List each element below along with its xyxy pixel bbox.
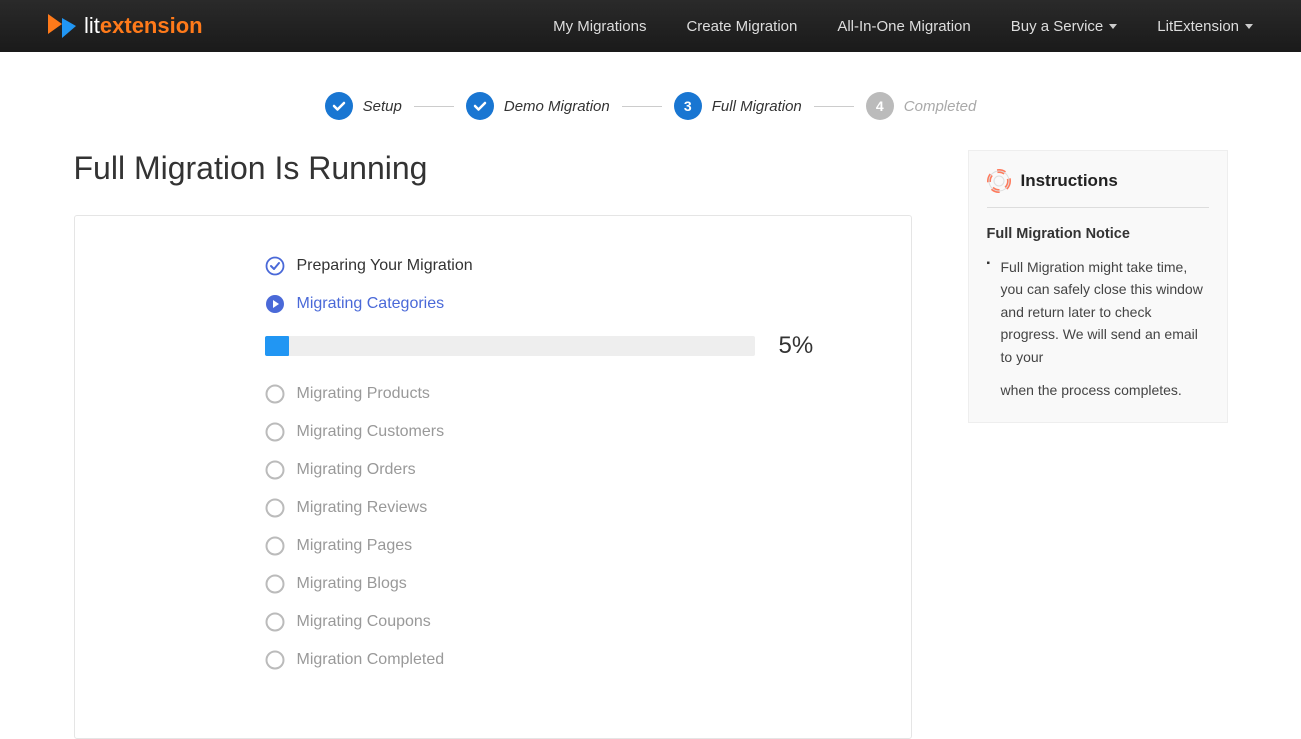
- check-icon: [472, 98, 488, 114]
- task-label: Migrating Coupons: [297, 613, 431, 631]
- task-blogs: Migrating Blogs: [265, 574, 841, 594]
- nav-litextension[interactable]: LitExtension: [1157, 18, 1253, 35]
- step-badge-done: [325, 92, 353, 120]
- circle-empty-icon: [265, 460, 285, 480]
- caret-down-icon: [1109, 24, 1117, 29]
- nav-buy-service[interactable]: Buy a Service: [1011, 18, 1118, 35]
- task-completed: Migration Completed: [265, 650, 841, 670]
- task-preparing: Preparing Your Migration: [265, 256, 841, 276]
- step-label: Completed: [904, 98, 977, 115]
- step-completed: 4 Completed: [866, 92, 977, 120]
- task-products: Migrating Products: [265, 384, 841, 404]
- top-nav: litextension My Migrations Create Migrat…: [0, 0, 1301, 52]
- task-label: Migrating Products: [297, 385, 430, 403]
- step-connector: [814, 106, 854, 107]
- instructions-header: Instructions: [987, 169, 1209, 208]
- step-label: Full Migration: [712, 98, 802, 115]
- step-label: Setup: [363, 98, 402, 115]
- check-circle-icon: [265, 256, 285, 276]
- task-label: Migrating Pages: [297, 537, 413, 555]
- logo-icon: [48, 14, 76, 38]
- sidebar: Instructions Full Migration Notice Full …: [968, 150, 1228, 739]
- progress-bar: [265, 336, 755, 356]
- main-column: Full Migration Is Running Preparing Your…: [74, 150, 912, 739]
- nav-litextension-label: LitExtension: [1157, 18, 1239, 35]
- notice-list: Full Migration might take time, you can …: [987, 256, 1209, 368]
- nav-my-migrations[interactable]: My Migrations: [553, 18, 646, 35]
- step-tracker: Setup Demo Migration 3 Full Migration 4 …: [0, 52, 1301, 150]
- circle-empty-icon: [265, 650, 285, 670]
- step-full: 3 Full Migration: [674, 92, 802, 120]
- task-label: Migration Completed: [297, 651, 445, 669]
- step-badge-done: [466, 92, 494, 120]
- step-label: Demo Migration: [504, 98, 610, 115]
- logo-text-ext: extension: [100, 13, 203, 39]
- step-badge-active: 3: [674, 92, 702, 120]
- task-reviews: Migrating Reviews: [265, 498, 841, 518]
- circle-empty-icon: [265, 384, 285, 404]
- progress-fill: [265, 336, 290, 356]
- task-categories: Migrating Categories: [265, 294, 841, 314]
- circle-empty-icon: [265, 612, 285, 632]
- circle-empty-icon: [265, 574, 285, 594]
- task-pages: Migrating Pages: [265, 536, 841, 556]
- logo-text-lit: lit: [84, 13, 100, 39]
- nav-create-migration[interactable]: Create Migration: [686, 18, 797, 35]
- caret-down-icon: [1245, 24, 1253, 29]
- notice-title: Full Migration Notice: [987, 226, 1209, 242]
- task-label: Migrating Customers: [297, 423, 445, 441]
- instructions-title: Instructions: [1021, 171, 1118, 191]
- step-demo: Demo Migration: [466, 92, 610, 120]
- task-label: Migrating Orders: [297, 461, 416, 479]
- instructions-box: Instructions Full Migration Notice Full …: [968, 150, 1228, 423]
- nav-create-migration-label: Create Migration: [686, 18, 797, 35]
- nav-links: My Migrations Create Migration All-In-On…: [553, 18, 1253, 35]
- task-label: Preparing Your Migration: [297, 257, 473, 275]
- play-circle-icon: [265, 294, 285, 314]
- circle-empty-icon: [265, 536, 285, 556]
- task-label: Migrating Blogs: [297, 575, 407, 593]
- brand-logo[interactable]: litextension: [48, 13, 203, 39]
- nav-all-in-one-label: All-In-One Migration: [837, 18, 970, 35]
- circle-empty-icon: [265, 422, 285, 442]
- step-connector: [622, 106, 662, 107]
- life-ring-icon: [987, 169, 1011, 193]
- task-orders: Migrating Orders: [265, 460, 841, 480]
- step-connector: [414, 106, 454, 107]
- check-icon: [331, 98, 347, 114]
- migration-progress-card: Preparing Your Migration Migrating Categ…: [74, 215, 912, 739]
- nav-all-in-one[interactable]: All-In-One Migration: [837, 18, 970, 35]
- notice-item: Full Migration might take time, you can …: [987, 256, 1209, 368]
- task-label: Migrating Categories: [297, 295, 445, 313]
- notice-para2: when the process completes.: [987, 382, 1209, 398]
- nav-my-migrations-label: My Migrations: [553, 18, 646, 35]
- nav-buy-service-label: Buy a Service: [1011, 18, 1104, 35]
- circle-empty-icon: [265, 498, 285, 518]
- task-customers: Migrating Customers: [265, 422, 841, 442]
- task-coupons: Migrating Coupons: [265, 612, 841, 632]
- step-badge-pending: 4: [866, 92, 894, 120]
- page-title: Full Migration Is Running: [74, 150, 912, 187]
- step-setup: Setup: [325, 92, 402, 120]
- progress-row: 5%: [265, 332, 841, 360]
- progress-percent: 5%: [779, 332, 814, 360]
- task-label: Migrating Reviews: [297, 499, 428, 517]
